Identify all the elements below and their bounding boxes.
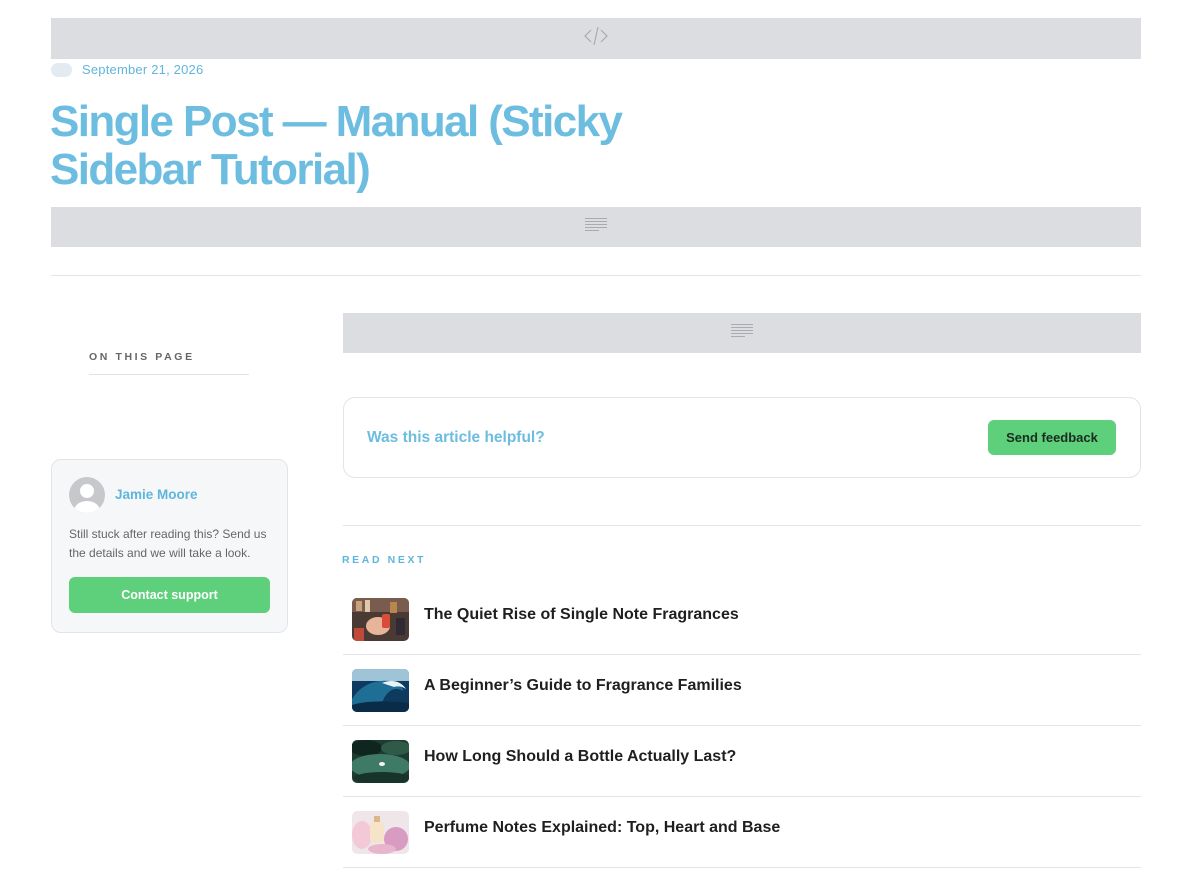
toc-heading: ON THIS PAGE xyxy=(89,351,195,363)
read-next-title: Perfume Notes Explained: Top, Heart and … xyxy=(424,819,781,836)
feedback-question: Was this article helpful? xyxy=(367,429,545,446)
feedback-card: Was this article helpful? Send feedback xyxy=(343,397,1141,478)
read-next-heading: READ NEXT xyxy=(342,554,427,566)
read-next-title: A Beginner’s Guide to Fragrance Families xyxy=(424,677,742,694)
paragraph-icon xyxy=(731,323,753,344)
send-feedback-button[interactable]: Send feedback xyxy=(988,420,1116,455)
perfume-bottles-thumbnail xyxy=(352,811,409,854)
paragraph-icon xyxy=(585,217,607,238)
read-next-title: How Long Should a Bottle Actually Last? xyxy=(424,748,737,765)
code-embed-placeholder xyxy=(51,18,1141,59)
post-date: September 21, 2026 xyxy=(82,62,204,77)
author-support-card: Jamie Moore Still stuck after reading th… xyxy=(51,459,288,633)
read-next-list: The Quiet Rise of Single Note Fragrances… xyxy=(343,584,1141,868)
toc-divider xyxy=(89,374,249,375)
post-title: Single Post — Manual (Sticky Sidebar Tut… xyxy=(50,97,623,194)
excerpt-placeholder xyxy=(51,207,1141,247)
read-next-item[interactable]: How Long Should a Bottle Actually Last? xyxy=(343,726,1141,797)
post-meta: September 21, 2026 xyxy=(51,62,203,77)
read-next-item[interactable]: Perfume Notes Explained: Top, Heart and … xyxy=(343,797,1141,868)
content-divider xyxy=(343,525,1141,526)
read-next-item[interactable]: The Quiet Rise of Single Note Fragrances xyxy=(343,584,1141,655)
lily-pad-pond-thumbnail xyxy=(352,740,409,783)
read-next-item[interactable]: A Beginner’s Guide to Fragrance Families xyxy=(343,655,1141,726)
ocean-wave-thumbnail xyxy=(352,669,409,712)
perfume-shop-thumbnail xyxy=(352,598,409,641)
avatar xyxy=(69,477,105,513)
code-icon xyxy=(584,25,608,52)
contact-support-button[interactable]: Contact support xyxy=(69,577,270,613)
category-pill[interactable] xyxy=(51,62,72,77)
author-name[interactable]: Jamie Moore xyxy=(115,487,198,502)
author-blurb: Still stuck after reading this? Send us … xyxy=(69,527,267,560)
header-divider xyxy=(51,275,1141,276)
read-next-title: The Quiet Rise of Single Note Fragrances xyxy=(424,606,739,623)
content-placeholder xyxy=(343,313,1141,353)
